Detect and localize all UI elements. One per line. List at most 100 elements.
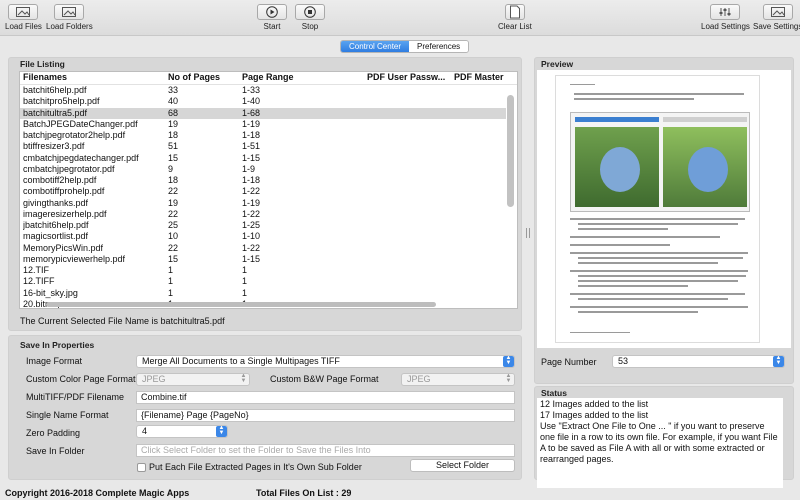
- text-line: [578, 280, 738, 282]
- table-cell: 1: [168, 276, 174, 287]
- column-header[interactable]: No of Pages: [168, 72, 238, 82]
- chevron-updown-icon: ▲ ▼: [773, 356, 784, 367]
- splitter-handle[interactable]: [526, 228, 530, 238]
- text-line: [574, 93, 744, 95]
- table-cell: 1-22: [242, 242, 261, 253]
- page-number-value: 53: [618, 356, 629, 366]
- table-row[interactable]: BatchJPEGDateChanger.pdf 19 1-19: [20, 119, 506, 130]
- text-line: [578, 275, 746, 277]
- table-cell: 1: [168, 287, 174, 298]
- table-cell: 1: [242, 265, 248, 275]
- page-number-select[interactable]: 53 ▲ ▼: [612, 355, 785, 368]
- table-row[interactable]: memorypicviewerhelp.pdf 15 1-15: [20, 254, 506, 265]
- load-settings-label: Load Settings: [701, 22, 750, 31]
- vertical-scrollbar[interactable]: [507, 95, 514, 207]
- text-line: [570, 244, 670, 246]
- table-row[interactable]: magicsortlist.pdf 10 1-10: [20, 231, 506, 242]
- table-row[interactable]: givingthanks.pdf 19 1-19: [20, 198, 506, 209]
- text-line: [570, 252, 748, 254]
- bird-shape: [600, 147, 640, 192]
- start-button[interactable]: Start: [257, 4, 287, 31]
- table-cell: 1-25: [242, 220, 261, 230]
- multitiff-label: MultiTIFF/PDF Filename: [26, 392, 125, 402]
- start-label: Start: [263, 22, 281, 31]
- save-folder-input[interactable]: Click Select Folder to set the Folder to…: [136, 444, 515, 457]
- file-listing-title: File Listing: [20, 59, 65, 69]
- table-row[interactable]: batchitultra5.pdf 68 1-68: [20, 107, 506, 119]
- table-cell: imageresizerhelp.pdf: [23, 208, 107, 219]
- text-line: [578, 228, 668, 230]
- table-cell: 18: [168, 130, 179, 140]
- image-format-select[interactable]: Merge All Documents to a Single Multipag…: [136, 355, 515, 368]
- load-files-button[interactable]: Load Files: [5, 4, 42, 31]
- table-row[interactable]: cmbatchjpegrotator.pdf 9 1-9: [20, 164, 506, 175]
- table-row[interactable]: 12.TIF 1 1: [20, 265, 506, 276]
- custom-bw-select[interactable]: JPEG ▲ ▼: [401, 373, 515, 386]
- bird-image-left: [575, 127, 659, 207]
- bird-image-right: [663, 127, 747, 207]
- table-row[interactable]: batchit6help.pdf 33 1-33: [20, 85, 506, 96]
- stop-button[interactable]: Stop: [295, 4, 325, 31]
- load-settings-button[interactable]: Load Settings: [701, 4, 750, 31]
- table-row[interactable]: MemoryPicsWin.pdf 22 1-22: [20, 243, 506, 254]
- table-row[interactable]: 16-bit_sky.jpg 1 1: [20, 288, 506, 299]
- table-cell: memorypicviewerhelp.pdf: [23, 253, 126, 264]
- table-row[interactable]: btiffresizer3.pdf 51 1-51: [20, 141, 506, 152]
- table-cell: batchitpro5help.pdf: [23, 96, 100, 107]
- text-line: [570, 306, 748, 308]
- text-line: [570, 236, 720, 238]
- image-format-value: Merge All Documents to a Single Multipag…: [142, 356, 340, 366]
- custom-bw-label: Custom B&W Page Format: [270, 374, 379, 384]
- play-icon: [257, 4, 287, 20]
- table-row[interactable]: combotiffprohelp.pdf 22 1-22: [20, 186, 506, 197]
- load-folders-button[interactable]: Load Folders: [46, 4, 93, 31]
- column-header[interactable]: Page Range: [242, 72, 362, 82]
- tab-bar: Control Center Preferences: [340, 40, 470, 53]
- status-title: Status: [541, 388, 567, 398]
- table-row[interactable]: batchjpegrotator2help.pdf 18 1-18: [20, 130, 506, 141]
- preview-title: Preview: [541, 59, 574, 69]
- table-row[interactable]: imageresizerhelp.pdf 22 1-22: [20, 209, 506, 220]
- chevron-updown-icon: ▲ ▼: [238, 374, 249, 385]
- clear-list-button[interactable]: Clear List: [498, 4, 532, 31]
- tab-control-center[interactable]: Control Center: [341, 41, 410, 52]
- tab-preferences[interactable]: Preferences: [409, 41, 469, 52]
- table-row[interactable]: batchitpro5help.pdf 40 1-40: [20, 96, 506, 107]
- multitiff-filename-input[interactable]: Combine.tif: [136, 391, 515, 404]
- load-files-label: Load Files: [5, 22, 42, 31]
- table-cell: 68: [168, 107, 179, 118]
- zero-padding-select[interactable]: 4 ▲ ▼: [136, 425, 228, 438]
- table-row[interactable]: jbatchit6help.pdf 25 1-25: [20, 220, 506, 231]
- horizontal-scrollbar[interactable]: [46, 302, 436, 307]
- select-folder-button[interactable]: Select Folder: [410, 459, 515, 472]
- table-cell: 33: [168, 85, 179, 95]
- column-header[interactable]: PDF User Passw...: [367, 72, 452, 82]
- table-row[interactable]: 12.TIFF 1 1: [20, 276, 506, 287]
- single-name-label: Single Name Format: [26, 410, 109, 420]
- table-cell: 1-15: [242, 253, 261, 264]
- status-log[interactable]: 12 Images added to the list 17 Images ad…: [537, 398, 783, 488]
- table-cell: 12.TIFF: [23, 276, 55, 287]
- text-line: [570, 293, 745, 295]
- column-header[interactable]: Filenames: [23, 72, 163, 82]
- single-name-format-input[interactable]: {Filename} Page {PageNo}: [136, 409, 515, 422]
- table-cell: 1: [168, 265, 174, 275]
- table-header: Filenames No of Pages Page Range PDF Use…: [20, 72, 517, 85]
- table-row[interactable]: cmbatchjpegdatechanger.pdf 15 1-15: [20, 153, 506, 164]
- custom-color-select[interactable]: JPEG ▲ ▼: [136, 373, 250, 386]
- table-cell: 9: [168, 163, 174, 174]
- column-header[interactable]: PDF Master: [454, 72, 514, 82]
- page-header-line: [570, 84, 595, 85]
- clear-list-label: Clear List: [498, 22, 532, 31]
- table-cell: 1-40: [242, 96, 261, 107]
- file-table[interactable]: Filenames No of Pages Page Range PDF Use…: [19, 71, 518, 309]
- table-cell: 12.TIF: [23, 265, 50, 275]
- bird-shape: [688, 147, 728, 192]
- subfolder-checkbox[interactable]: [137, 463, 146, 472]
- table-cell: combotiffprohelp.pdf: [23, 186, 105, 197]
- save-settings-button[interactable]: Save Settings: [753, 4, 800, 31]
- table-cell: 1-51: [242, 141, 261, 152]
- screenshot-figure: [570, 112, 750, 212]
- table-row[interactable]: combotiff2help.pdf 18 1-18: [20, 175, 506, 186]
- table-cell: batchit6help.pdf: [23, 85, 87, 95]
